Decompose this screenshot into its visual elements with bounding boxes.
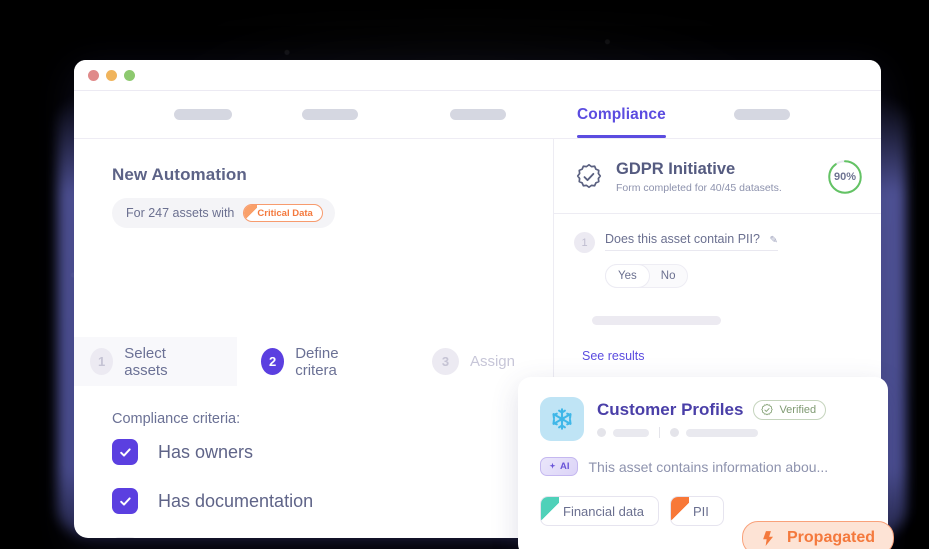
maximize-button[interactable] bbox=[124, 69, 135, 81]
asset-card-header: Customer Profiles Verified bbox=[540, 397, 888, 441]
screenshot-stage: Compliance New Automation For 247 assets… bbox=[0, 0, 929, 549]
page-title: New Automation bbox=[112, 165, 247, 184]
answer-no[interactable]: No bbox=[649, 265, 688, 287]
step-2-label: Define critera bbox=[295, 344, 339, 379]
sparkle-icon bbox=[549, 462, 556, 469]
close-button[interactable] bbox=[88, 69, 99, 81]
checkbox-has-owners[interactable] bbox=[112, 439, 138, 465]
title-bar bbox=[74, 60, 881, 91]
step-select-assets[interactable]: 1 Select assets bbox=[74, 337, 240, 386]
tab-placeholder-2[interactable] bbox=[302, 109, 358, 120]
tab-compliance-label: Compliance bbox=[577, 105, 666, 123]
question-number: 1 bbox=[574, 232, 595, 253]
criteria-item-has-documentation[interactable]: Has documentation bbox=[112, 488, 313, 514]
verified-badge-label: Verified bbox=[779, 404, 817, 416]
criteria-item-has-owners[interactable]: Has owners bbox=[112, 439, 313, 465]
answer-yes[interactable]: Yes bbox=[605, 264, 650, 288]
tab-placeholder-4[interactable] bbox=[734, 109, 790, 120]
criteria-label-has-owners: Has owners bbox=[158, 441, 254, 462]
ai-description: This asset contains information abou... bbox=[588, 458, 829, 475]
gdpr-subtitle: Form completed for 40/45 datasets. bbox=[616, 182, 782, 194]
pencil-icon[interactable]: ✎ bbox=[769, 235, 777, 246]
verified-seal-icon bbox=[761, 403, 774, 416]
criteria-list: Has owners Has documentation bbox=[112, 439, 313, 538]
question-text-wrap: Does this asset contain PII? ✎ bbox=[605, 232, 778, 251]
tab-active-underline bbox=[577, 134, 666, 138]
asset-scope-pill: For 247 assets with Critical Data bbox=[112, 198, 335, 228]
tab-compliance[interactable]: Compliance bbox=[577, 105, 666, 138]
checkbox-placeholder[interactable] bbox=[112, 537, 138, 538]
automation-panel: New Automation For 247 assets with Criti… bbox=[74, 139, 554, 538]
step-define-criteria[interactable]: 2 Define critera bbox=[236, 337, 411, 386]
propagated-badge: Propagated bbox=[742, 521, 895, 549]
tag-pii[interactable]: PII bbox=[669, 496, 724, 526]
asset-name: Customer Profiles bbox=[597, 400, 744, 419]
criteria-label-has-documentation: Has documentation bbox=[158, 490, 314, 511]
lightning-icon bbox=[763, 530, 774, 546]
answer-placeholder-bar bbox=[592, 316, 721, 325]
wizard-stepper: 1 Select assets 2 Define critera 3 Assig… bbox=[74, 337, 554, 386]
snowflake-icon bbox=[540, 397, 584, 441]
tab-placeholder-3[interactable] bbox=[450, 109, 506, 120]
see-results-link[interactable]: See results bbox=[582, 349, 645, 363]
yes-no-toggle[interactable]: Yes No bbox=[605, 264, 689, 288]
question-text: Does this asset contain PII? bbox=[605, 232, 760, 246]
step-1-number: 1 bbox=[90, 348, 114, 375]
asset-meta-skeleton bbox=[597, 427, 826, 438]
critical-data-tag[interactable]: Critical Data bbox=[243, 204, 323, 222]
asset-scope-text: For 247 assets with bbox=[126, 206, 235, 220]
verified-badge: Verified bbox=[753, 400, 827, 420]
checkbox-has-documentation[interactable] bbox=[112, 488, 138, 514]
tab-placeholder-1[interactable] bbox=[174, 109, 232, 120]
propagated-label: Propagated bbox=[787, 529, 876, 546]
ai-badge-label: AI bbox=[560, 461, 570, 472]
gdpr-title: GDPR Initiative bbox=[616, 160, 736, 178]
tag-financial-data[interactable]: Financial data bbox=[540, 496, 659, 526]
ai-badge[interactable]: AI bbox=[540, 457, 578, 476]
gdpr-header: GDPR Initiative Form completed for 40/45… bbox=[554, 139, 881, 214]
check-icon bbox=[119, 496, 131, 506]
step-1-label: Select assets bbox=[124, 344, 168, 379]
verified-seal-icon bbox=[576, 163, 602, 189]
question-row: 1 Does this asset contain PII? ✎ bbox=[554, 214, 881, 253]
progress-ring: 90% bbox=[827, 159, 863, 195]
step-2-number: 2 bbox=[260, 348, 285, 375]
criteria-item-placeholder[interactable] bbox=[112, 537, 313, 538]
step-3-label: Assign bbox=[469, 353, 515, 370]
step-3-number: 3 bbox=[431, 348, 459, 375]
progress-ring-svg bbox=[828, 160, 862, 194]
ai-description-row: AI This asset contains information abou.… bbox=[540, 457, 888, 476]
check-icon bbox=[119, 447, 131, 457]
minimize-button[interactable] bbox=[106, 69, 117, 81]
nav-tabs: Compliance bbox=[74, 91, 881, 139]
criteria-heading: Compliance criteria: bbox=[112, 411, 241, 427]
